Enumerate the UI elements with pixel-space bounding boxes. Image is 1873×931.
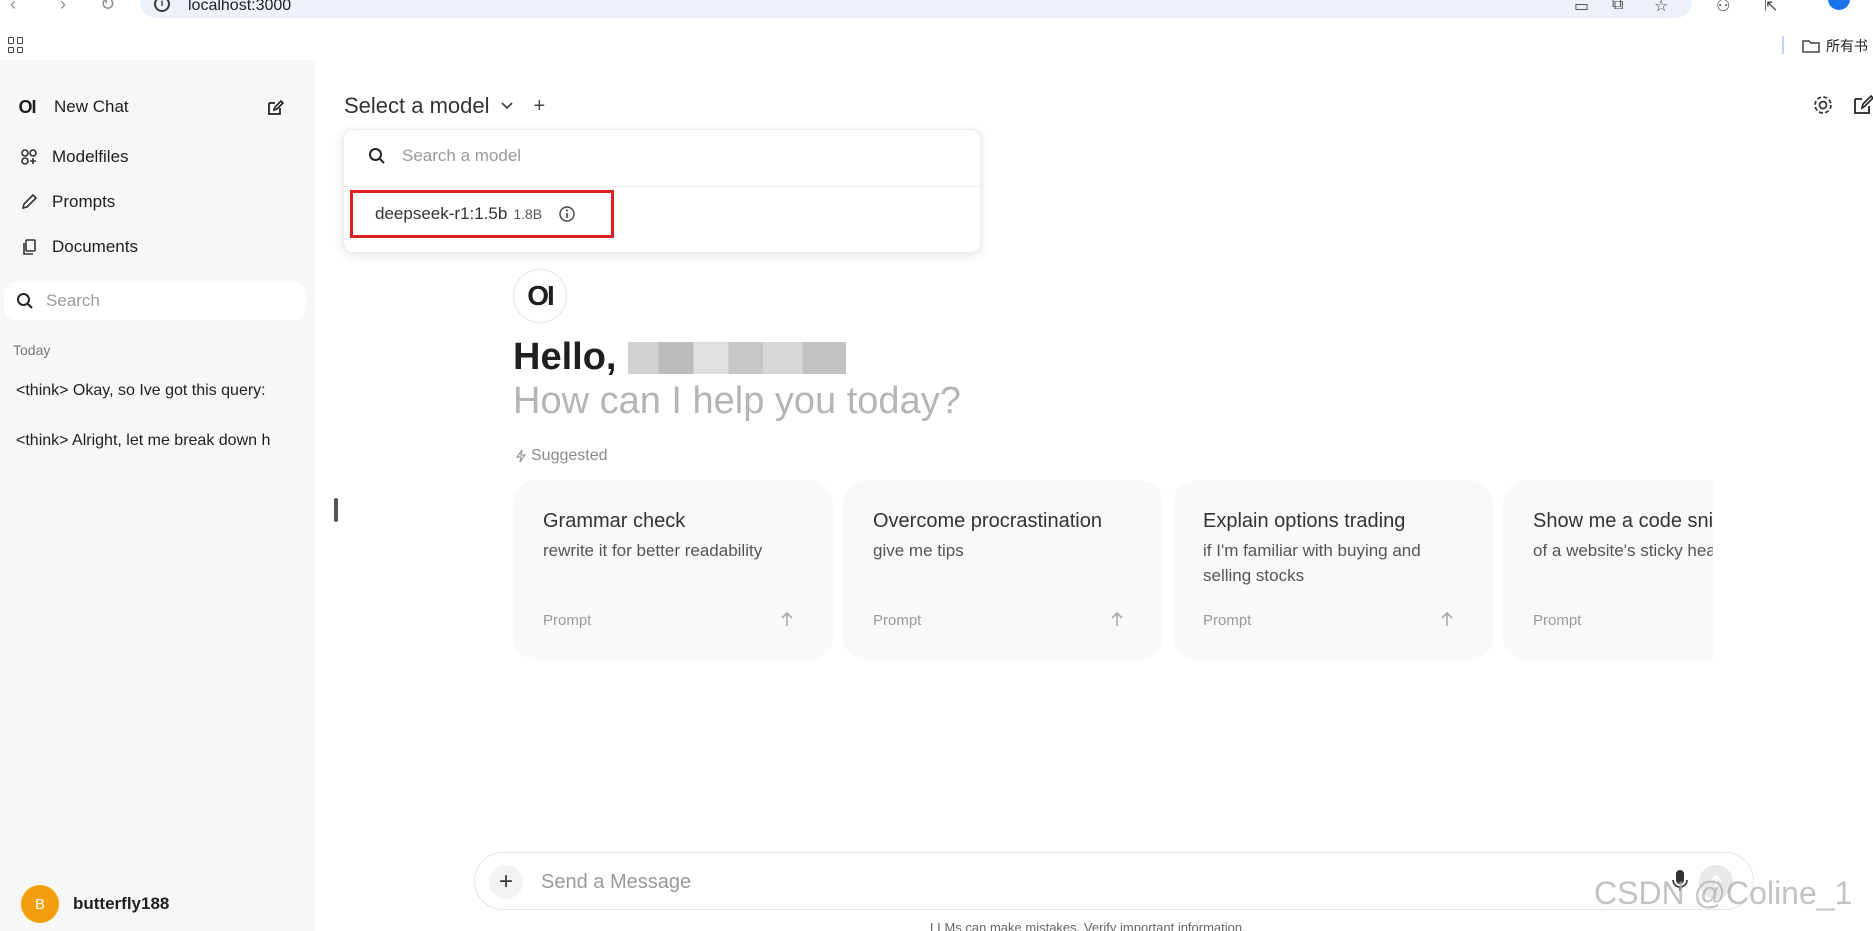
sidebar-item-label: Modelfiles	[52, 147, 129, 166]
search-icon	[369, 148, 385, 164]
reload-icon[interactable]: ↻	[100, 0, 115, 15]
attach-plus-button[interactable]: +	[489, 865, 523, 899]
card-subtitle: give me tips	[873, 541, 964, 560]
message-input-bar[interactable]: + Send a Message	[474, 852, 1754, 910]
forward-icon[interactable]: ›	[60, 0, 66, 15]
arrow-up-icon	[1441, 611, 1453, 626]
chevron-down-icon	[500, 102, 513, 110]
translate-icon[interactable]: ⧉	[1612, 0, 1623, 14]
info-icon[interactable]	[558, 205, 576, 223]
greeting: Hello,	[513, 336, 847, 379]
settings-gear-icon[interactable]	[1812, 94, 1834, 121]
sidebar-item-documents[interactable]: Documents	[20, 237, 138, 257]
card-tag: Prompt	[1203, 612, 1252, 629]
card-title: Explain options trading	[1203, 510, 1406, 532]
back-icon[interactable]: ‹	[10, 0, 16, 15]
card-tag: Prompt	[873, 612, 922, 629]
user-name: butterfly188	[73, 894, 170, 913]
url-text: localhost:3000	[188, 0, 292, 14]
folder-icon	[1802, 40, 1820, 53]
model-dropdown: Search a model deepseek-r1:1.5b 1.8B	[343, 129, 981, 253]
bookmark-folder[interactable]: 所有书	[1802, 36, 1868, 56]
search-icon	[17, 293, 33, 309]
app: OI New Chat Modelfiles Prompts Documents…	[0, 60, 1873, 931]
sidebar-item-label: Documents	[52, 237, 138, 256]
share-icon[interactable]: ⇱	[1764, 0, 1777, 16]
card-tag: Prompt	[543, 612, 592, 629]
suggestion-card[interactable]: Overcome procrastination give me tips Pr…	[843, 480, 1163, 660]
new-chat-label: New Chat	[54, 97, 129, 116]
sidebar: OI New Chat Modelfiles Prompts Documents…	[0, 60, 315, 931]
card-subtitle: rewrite it for better readability	[543, 541, 763, 560]
blurred-username	[628, 341, 847, 374]
suggestion-card[interactable]: Show me a code snippet of a website's st…	[1503, 480, 1713, 660]
message-input-placeholder: Send a Message	[541, 871, 692, 893]
model-selector[interactable]: Select a model +	[344, 93, 545, 119]
new-chat-button[interactable]: OI New Chat	[14, 94, 129, 120]
openwebui-hero-logo: OI	[513, 269, 567, 323]
lightning-icon	[515, 449, 527, 463]
documents-icon	[23, 239, 36, 255]
disclaimer-text: LLMs can make mistakes. Verify important…	[930, 920, 1246, 931]
model-select-label: Select a model	[344, 93, 490, 118]
new-chat-edit-icon-top[interactable]	[1852, 94, 1873, 121]
modelfiles-icon	[21, 149, 37, 165]
card-title: Grammar check	[543, 510, 686, 532]
model-option[interactable]: deepseek-r1:1.5b 1.8B	[350, 190, 614, 238]
bookmarks-divider	[1782, 36, 1784, 54]
card-title: Overcome procrastination	[873, 510, 1102, 532]
sidebar-item-modelfiles[interactable]: Modelfiles	[20, 147, 129, 167]
chat-history-item[interactable]: <think> Okay, so Ive got this query:	[16, 382, 292, 400]
model-option-name: deepseek-r1:1.5b	[375, 204, 508, 223]
site-info-icon[interactable]: i	[154, 0, 170, 12]
card-subtitle: of a website's sticky header	[1533, 541, 1713, 560]
suggested-text: Suggested	[531, 447, 608, 464]
bookmark-star-icon[interactable]: ☆	[1654, 0, 1668, 16]
user-menu[interactable]: B butterfly188	[21, 885, 169, 923]
model-search-placeholder: Search a model	[402, 146, 522, 165]
openwebui-logo: OI	[18, 96, 36, 117]
extensions-icon[interactable]: ⚇	[1716, 0, 1730, 16]
new-chat-edit-icon[interactable]	[266, 99, 285, 122]
sidebar-item-label: Prompts	[52, 192, 116, 211]
csdn-watermark: CSDN @Coline_1	[1594, 875, 1853, 911]
greeting-text: Hello,	[513, 336, 617, 378]
address-bar[interactable]: i localhost:3000	[140, 0, 1692, 18]
card-tag: Prompt	[1533, 612, 1582, 629]
add-model-button[interactable]: +	[534, 95, 546, 118]
bookmarks-bar: 所有书	[0, 30, 1873, 60]
sidebar-item-prompts[interactable]: Prompts	[20, 192, 115, 212]
arrow-up-icon	[781, 611, 793, 626]
model-option-size: 1.8B	[513, 206, 543, 222]
profile-avatar[interactable]	[1828, 0, 1850, 10]
card-title: Show me a code snippet	[1533, 510, 1713, 532]
avatar: B	[21, 885, 59, 923]
chat-history-item[interactable]: <think> Alright, let me break down h	[16, 432, 292, 450]
chat-section-label: Today	[13, 342, 51, 358]
sidebar-search-input[interactable]: Search	[4, 282, 306, 320]
suggestion-card[interactable]: Grammar check rewrite it for better read…	[513, 480, 833, 660]
help-subtitle: How can I help you today?	[513, 380, 961, 422]
model-search-input[interactable]: Search a model	[368, 146, 521, 166]
sidebar-collapse-handle[interactable]	[334, 498, 338, 522]
dropdown-divider	[344, 186, 980, 187]
suggestion-cards: Grammar check rewrite it for better read…	[513, 480, 1713, 660]
card-subtitle: if I'm familiar with buying and selling …	[1203, 541, 1421, 585]
browser-toolbar: ‹ › ↻ i localhost:3000 ▭ ⧉ ☆ ⚇ ⇱	[0, 0, 1873, 30]
bookmark-folder-label: 所有书	[1826, 38, 1868, 54]
pencil-icon	[21, 193, 38, 210]
apps-grid-icon[interactable]	[8, 37, 24, 53]
sidebar-search-placeholder: Search	[46, 291, 100, 310]
suggestion-card[interactable]: Explain options trading if I'm familiar …	[1173, 480, 1493, 660]
suggested-label: Suggested	[515, 447, 608, 465]
cast-icon[interactable]: ▭	[1574, 0, 1589, 16]
arrow-up-icon	[1111, 611, 1123, 626]
